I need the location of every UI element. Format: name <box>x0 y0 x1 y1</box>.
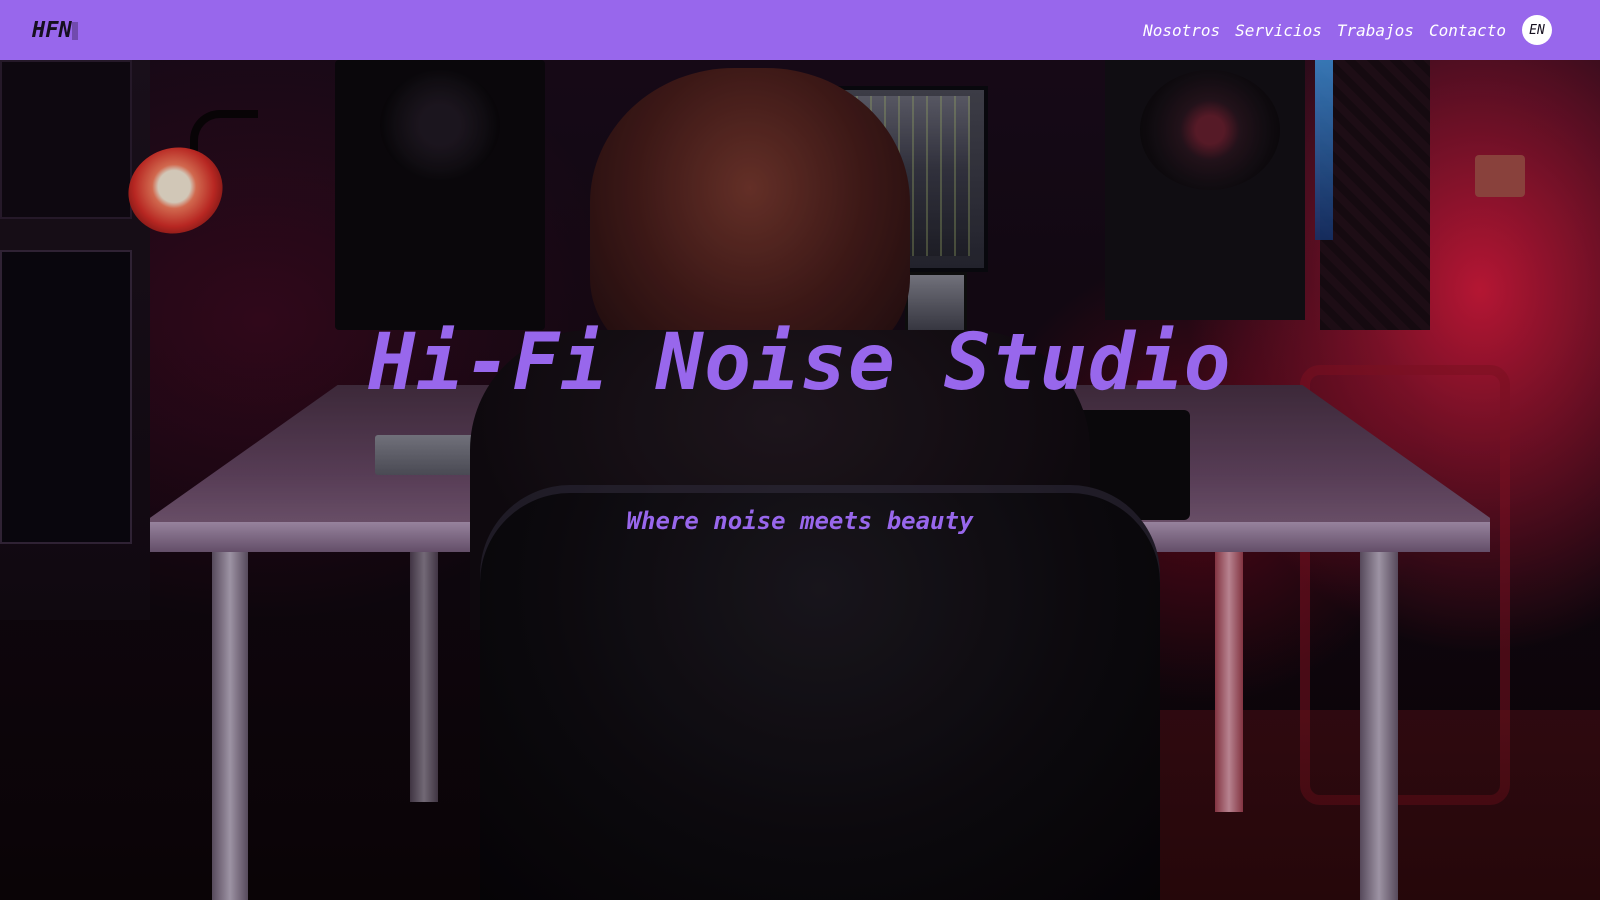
hero-background-image <box>0 60 1600 900</box>
main-nav: Nosotros Servicios Trabajos Contacto EN <box>1143 15 1552 45</box>
site-logo[interactable]: HFN <box>32 18 78 43</box>
nav-link-servicios[interactable]: Servicios <box>1235 21 1322 40</box>
language-toggle-button[interactable]: EN <box>1522 15 1552 45</box>
hero-subtitle: Where noise meets beauty <box>626 507 974 535</box>
hero-overlay <box>0 60 1600 900</box>
top-navbar: HFN Nosotros Servicios Trabajos Contacto… <box>0 0 1600 60</box>
nav-link-trabajos[interactable]: Trabajos <box>1337 21 1414 40</box>
nav-link-nosotros[interactable]: Nosotros <box>1143 21 1220 40</box>
hero-title: Hi-Fi Noise Studio <box>368 318 1232 408</box>
nav-link-contacto[interactable]: Contacto <box>1429 21 1506 40</box>
